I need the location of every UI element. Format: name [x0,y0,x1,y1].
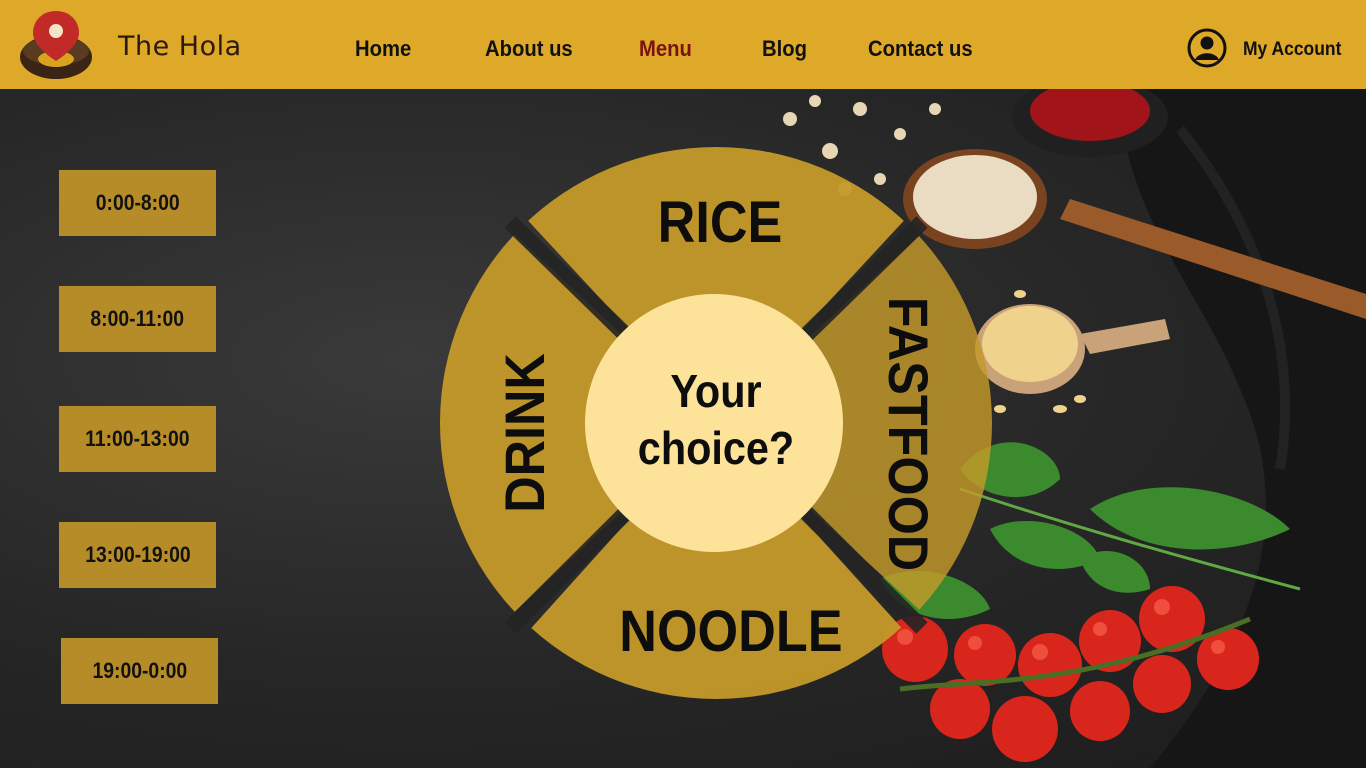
center-prompt-line1: Your [670,366,761,418]
menu-category-wheel: RICE NOODLE DRINK FASTFOOD Your choice? [440,147,992,699]
category-noodle-label: NOODLE [619,598,842,663]
category-drink-label: DRINK [495,353,557,513]
category-rice-label: RICE [658,189,783,254]
category-fastfood-label: FASTFOOD [876,297,938,571]
center-prompt-line2: choice? [638,423,794,475]
